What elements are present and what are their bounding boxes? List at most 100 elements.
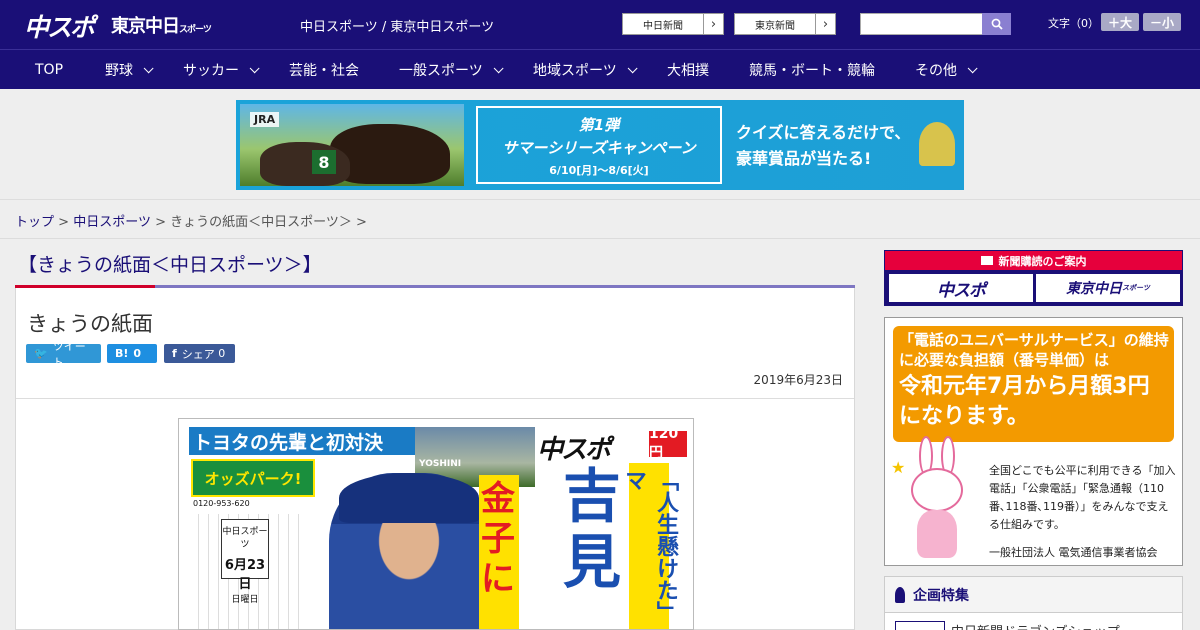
- divider: [0, 238, 1200, 239]
- paper-ad-oddspark: オッズパーク!: [191, 459, 315, 497]
- star-icon: ★: [891, 458, 906, 477]
- nav-label: 一般スポーツ: [399, 63, 483, 79]
- breadcrumb-separator: >: [155, 215, 166, 230]
- article-title: きょうの紙面: [27, 312, 153, 336]
- subscription-box: 新聞購読のご案内 中スポ 東京中日 スポーツ: [884, 250, 1183, 306]
- paper-date-top: 中日スポーツ: [222, 527, 268, 550]
- chevron-down-icon: [143, 62, 154, 73]
- trophy-icon: [919, 122, 955, 166]
- nav-label: 芸能・社会: [289, 63, 359, 79]
- quiz-text: クイズに答えるだけで、 豪華賞品が当たる!: [736, 120, 910, 172]
- chunichi-shimbun-label: 中日新聞: [643, 20, 683, 32]
- nav-label: 地域スポーツ: [533, 63, 617, 79]
- tokyo-shimbun-label: 東京新聞: [755, 20, 795, 32]
- search-button[interactable]: [982, 13, 1011, 35]
- nav-item-sumo[interactable]: 大相撲: [667, 50, 709, 90]
- campaign-dates: 6/10[月]～8/6[火]: [549, 164, 649, 177]
- ad-banner-area: JRA 8 第1弾 サマーシリーズキャンペーン 6/10[月]～8/6[火] ク…: [0, 89, 1200, 200]
- tokyo-shimbun-link[interactable]: 東京新聞 ›: [734, 13, 836, 35]
- hatena-bookmark-button[interactable]: B! 0: [107, 344, 157, 363]
- subscription-heading: 新聞購読のご案内: [885, 251, 1182, 270]
- jra-logo: JRA: [250, 112, 280, 127]
- logo-tokyo-chunichi[interactable]: 東京中日スポーツ: [111, 12, 212, 38]
- universal-service-ad[interactable]: 「電話のユニバーサルサービス」の維持に必要な負担額（番号単価）は 令和元年7月か…: [884, 317, 1183, 566]
- feature-section: 企画特集 中日新聞ドラゴンズショップ: [884, 576, 1183, 630]
- jra-ad-banner[interactable]: JRA 8 第1弾 サマーシリーズキャンペーン 6/10[月]～8/6[火] ク…: [236, 100, 964, 190]
- bunny-body: [917, 510, 957, 558]
- subscribe-tokyo-small: スポーツ: [1122, 284, 1150, 292]
- ribbon-icon: [895, 586, 905, 603]
- paper-date-box: 中日スポーツ 6月23日 日曜日: [221, 519, 269, 605]
- ad-organization: 一般社団法人 電気通信事業者協会: [989, 546, 1158, 559]
- nav-item-entertainment[interactable]: 芸能・社会: [289, 50, 359, 90]
- nav-item-baseball[interactable]: 野球: [105, 50, 154, 90]
- nav-item-top[interactable]: TOP: [35, 50, 63, 90]
- paper-logo: 中スポ: [537, 435, 611, 465]
- chunichi-shimbun-link[interactable]: 中日新聞 ›: [622, 13, 724, 35]
- breadcrumb-current: きょうの紙面＜中日スポーツ＞: [170, 215, 352, 230]
- top-header: 中スポ 東京中日スポーツ 中日スポーツ / 東京中日スポーツ 中日新聞 › 東京…: [0, 0, 1200, 49]
- paper-tel: 0120-953-620: [193, 499, 250, 508]
- nav-label: TOP: [35, 62, 64, 78]
- subscribe-tokyo-text: 東京中日: [1066, 281, 1123, 297]
- bunny-mascot: [905, 436, 969, 560]
- paper-slogan: 「人生懸けた」マ: [621, 463, 678, 629]
- chevron-right-icon: ›: [703, 14, 723, 34]
- feature-item-link[interactable]: 中日新聞ドラゴンズショップ: [951, 621, 1120, 630]
- chevron-down-icon: [249, 62, 260, 73]
- feature-heading-text: 企画特集: [913, 587, 969, 604]
- facebook-share-button[interactable]: f シェア 0: [164, 344, 235, 363]
- paper-date-main: 6月23日: [224, 558, 266, 592]
- subscribe-tokyo-chunichi-link[interactable]: 東京中日 スポーツ: [1036, 274, 1180, 302]
- nav-item-local-sports[interactable]: 地域スポーツ: [533, 50, 638, 90]
- breadcrumb-separator: >: [356, 215, 367, 230]
- campaign-line2: サマーシリーズキャンペーン: [502, 139, 696, 157]
- logo-tokyo-small: スポーツ: [179, 25, 212, 35]
- article-panel: きょうの紙面 🐦 ツイート B! 0 f シェア 0 2019年6月23日 トヨ…: [15, 288, 855, 630]
- feature-heading: 企画特集: [885, 577, 1182, 613]
- nav-label: 競馬・ボート・競輪: [749, 63, 875, 79]
- font-smaller-button[interactable]: －小: [1143, 13, 1181, 31]
- tweet-button[interactable]: 🐦 ツイート: [26, 340, 101, 369]
- nav-label: その他: [915, 63, 957, 79]
- ad-line1: 「電話のユニバーサルサービス」の維持に必要な負担額（番号単価）は: [899, 331, 1169, 369]
- hatena-icon: B!: [115, 347, 129, 360]
- nav-item-soccer[interactable]: サッカー: [183, 50, 260, 90]
- nav-label: サッカー: [183, 63, 239, 79]
- logo-chuspo[interactable]: 中スポ: [24, 8, 95, 44]
- subscription-heading-text: 新聞購読のご案内: [998, 254, 1087, 268]
- breadcrumb-section[interactable]: 中日スポーツ: [73, 215, 151, 230]
- font-larger-button[interactable]: ＋大: [1101, 13, 1139, 31]
- hatena-count: 0: [133, 347, 142, 360]
- chevron-right-icon: ›: [815, 14, 835, 34]
- breadcrumb-home[interactable]: トップ: [15, 215, 54, 230]
- newspaper-icon: [980, 256, 993, 265]
- paper-price: 120円: [649, 426, 687, 461]
- main-nav: TOP 野球 サッカー 芸能・社会 一般スポーツ 地域スポーツ 大相撲 競馬・ボ…: [0, 49, 1200, 89]
- feature-thumbnail[interactable]: [895, 621, 945, 630]
- chevron-down-icon: [967, 62, 978, 73]
- subscribe-chuspo-link[interactable]: 中スポ: [889, 274, 1033, 302]
- nav-item-general-sports[interactable]: 一般スポーツ: [399, 50, 504, 90]
- banner-race-photo: JRA 8: [240, 104, 464, 186]
- horse-graphic: [260, 142, 350, 186]
- paper-name-tag: YOSHINI: [419, 459, 462, 469]
- nav-item-racing[interactable]: 競馬・ボート・競輪: [749, 50, 875, 90]
- tweet-label: ツイート: [52, 339, 86, 369]
- quiz-line1: クイズに答えるだけで、: [736, 123, 911, 142]
- breadcrumb: トップ > 中日スポーツ > きょうの紙面＜中日スポーツ＞ >: [15, 211, 367, 230]
- nav-item-other[interactable]: その他: [915, 50, 978, 90]
- search-icon: [991, 18, 1003, 30]
- newspaper-front-page-image[interactable]: トヨタの先輩と初対決 YOSHINI 中スポ 120円 オッズパーク! 0120…: [178, 418, 694, 630]
- paper-date-day: 日曜日: [231, 595, 259, 605]
- search-input[interactable]: [860, 13, 982, 35]
- breadcrumb-separator: >: [58, 215, 70, 230]
- twitter-icon: 🐦: [34, 347, 48, 360]
- logo-tokyo-text: 東京中日: [111, 16, 180, 37]
- divider: [16, 398, 854, 399]
- site-caption: 中日スポーツ / 東京中日スポーツ: [300, 20, 495, 35]
- chevron-down-icon: [493, 62, 504, 73]
- horse-number: 8: [312, 150, 336, 174]
- article-date: 2019年6月23日: [753, 373, 843, 387]
- paper-big-headline-red: 金子に: [481, 479, 515, 599]
